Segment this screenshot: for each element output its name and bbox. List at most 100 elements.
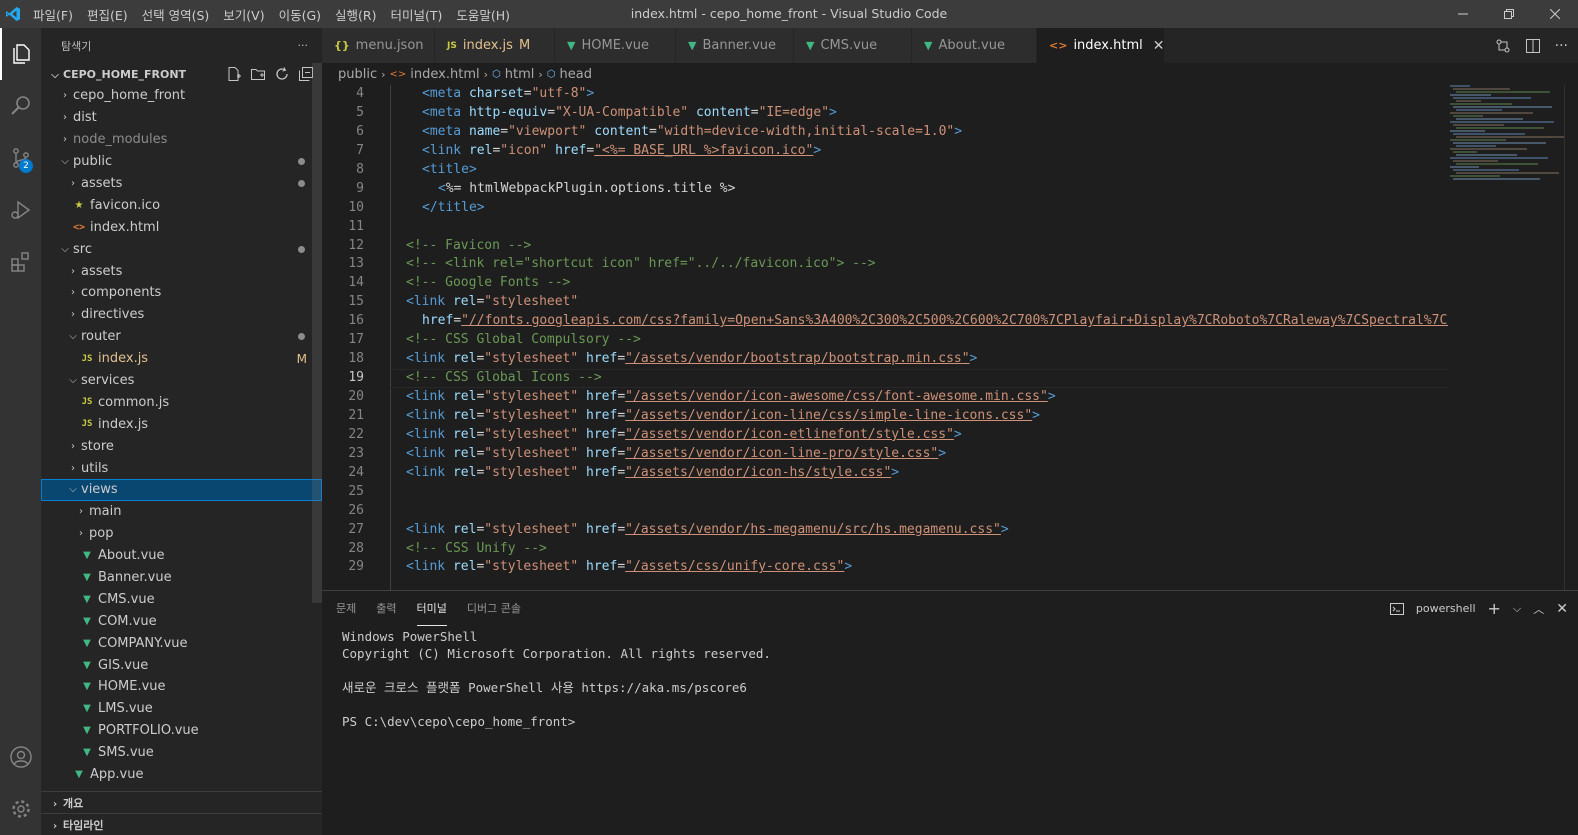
breadcrumb-item[interactable]: head [560,67,592,82]
code-line[interactable]: <meta name="viewport" content="width=dev… [390,123,1448,142]
tree-file[interactable]: JS index.js M [41,348,322,370]
sidebar-scrollbar[interactable] [312,63,322,603]
source-control-icon[interactable]: 2 [0,132,41,184]
code-line[interactable]: </title> [390,199,1448,218]
workspace-root[interactable]: ⌵ CEPO_HOME_FRONT [41,63,322,85]
code-line[interactable]: <link rel="stylesheet" href="/assets/ven… [390,464,1448,483]
more-actions-icon[interactable]: ··· [298,39,309,52]
tree-file[interactable]: ▼ CMS.vue [41,588,322,610]
open-changes-icon[interactable] [1495,38,1511,54]
code-line[interactable]: <link rel="icon" href="<%= BASE_URL %>fa… [390,142,1448,161]
more-actions-icon[interactable]: ··· [1555,38,1568,54]
new-terminal-icon[interactable]: + [1488,599,1501,618]
code-editor[interactable]: 4 5 6 7 8 9 10 11 12 13 14 15 16 17 18 19 20 21 22 23 24 25 26… [322,85,1578,590]
tree-file[interactable]: ▼ Banner.vue [41,567,322,589]
tree-file[interactable]: ★ favicon.ico [41,194,322,216]
editor-tab[interactable]: <> index.html ✕ [1037,28,1165,63]
code-line[interactable]: <!-- Google Fonts --> [390,274,1448,293]
menu-item[interactable]: 보기(V) [216,5,271,24]
tree-folder[interactable]: › assets [41,260,322,282]
tree-folder[interactable]: › directives [41,304,322,326]
tree-folder[interactable]: › utils [41,457,322,479]
tree-file[interactable]: ▼ COMPANY.vue [41,632,322,654]
code-line[interactable]: <link rel="stylesheet" href="/assets/css… [390,558,1448,577]
tree-folder[interactable]: › components [41,282,322,304]
menu-item[interactable]: 선택 영역(S) [135,5,217,24]
accounts-icon[interactable] [0,731,41,783]
minimize-icon[interactable] [1440,0,1486,28]
tree-folder[interactable]: ⌵ views [41,479,322,501]
menu-item[interactable]: 도움말(H) [449,5,517,24]
code-line[interactable]: <!-- CSS Global Compulsory --> [390,331,1448,350]
settings-gear-icon[interactable] [0,783,41,835]
refresh-icon[interactable] [274,66,290,82]
panel-tab[interactable]: 디버그 콘솔 [467,591,521,626]
code-line[interactable]: <meta http-equiv="X-UA-Compatible" conte… [390,104,1448,123]
new-folder-icon[interactable] [250,66,266,82]
code-area[interactable]: <meta charset="utf-8"> <meta http-equiv="… [390,85,1448,590]
code-line[interactable]: href="//fonts.googleapis.com/css?family=… [390,312,1448,331]
code-line[interactable] [390,218,1448,237]
tree-file[interactable]: ▼ GIS.vue [41,654,322,676]
restore-icon[interactable] [1486,0,1532,28]
tree-file[interactable]: ▼ COM.vue [41,610,322,632]
tree-file[interactable]: JS index.js [41,413,322,435]
code-line[interactable]: <%= htmlWebpackPlugin.options.title %> [390,180,1448,199]
editor-tab[interactable]: ▼ CMS.vue [794,28,912,63]
tree-folder[interactable]: › dist [41,107,322,129]
tree-folder[interactable]: › node_modules [41,129,322,151]
panel-tab[interactable]: 출력 [376,591,396,626]
run-debug-icon[interactable] [0,184,41,236]
tree-file[interactable]: ▼ PORTFOLIO.vue [41,720,322,742]
tree-file[interactable]: JS common.js [41,391,322,413]
outline-section[interactable]: › 개요 [41,791,322,813]
timeline-section[interactable]: › 타임라인 [41,813,322,835]
menu-item[interactable]: 터미널(T) [384,5,450,24]
menu-item[interactable]: 실행(R) [328,5,383,24]
tree-folder[interactable]: ⌵ public [41,151,322,173]
breadcrumb-item[interactable]: index.html [410,67,479,82]
code-line[interactable]: <link rel="stylesheet" href="/assets/ven… [390,388,1448,407]
tree-folder[interactable]: › store [41,435,322,457]
code-line[interactable]: <link rel="stylesheet" href="/assets/ven… [390,426,1448,445]
breadcrumb-item[interactable]: html [505,67,535,82]
code-line[interactable]: <!-- Favicon --> [390,237,1448,256]
tree-file[interactable]: ▼ HOME.vue [41,676,322,698]
menu-item[interactable]: 이동(G) [272,5,328,24]
tree-file[interactable]: ▼ App.vue [41,764,322,786]
editor-tab[interactable]: {} menu.json [322,28,435,63]
menu-item[interactable]: 파일(F) [26,5,80,24]
new-file-icon[interactable] [226,66,242,82]
editor-tab[interactable]: JS index.js M [435,28,555,63]
minimap[interactable] [1450,85,1568,590]
code-line[interactable]: <title> [390,161,1448,180]
tree-file[interactable]: ▼ About.vue [41,545,322,567]
shell-selector[interactable]: powershell [1416,602,1476,615]
editor-tab[interactable]: ▼ HOME.vue [555,28,676,63]
split-editor-icon[interactable] [1525,38,1541,54]
code-line[interactable]: <!-- <link rel="shortcut icon" href="../… [390,255,1448,274]
tree-folder[interactable]: ⌵ router [41,326,322,348]
breadcrumb-item[interactable]: public [338,67,377,82]
close-panel-icon[interactable]: ✕ [1556,601,1568,617]
panel-tab[interactable]: 터미널 [416,591,447,626]
search-icon[interactable] [0,80,41,132]
close-tab-icon[interactable]: ✕ [1153,38,1165,54]
close-window-icon[interactable] [1532,0,1578,28]
code-line[interactable]: <link rel="stylesheet" href="/assets/ven… [390,521,1448,540]
tree-folder[interactable]: › main [41,501,322,523]
terminal-output[interactable]: Windows PowerShell Copyright (C) Microsof… [322,626,1578,730]
code-line[interactable]: <!-- CSS Global Icons --> [390,369,1448,388]
menu-item[interactable]: 편집(E) [80,5,135,24]
tree-file[interactable]: ▼ LMS.vue [41,698,322,720]
tree-folder[interactable]: › assets [41,173,322,195]
code-line[interactable]: <!-- CSS Unify --> [390,540,1448,559]
extensions-icon[interactable] [0,236,41,288]
code-line[interactable] [390,502,1448,521]
code-line[interactable]: <link rel="stylesheet" href="/assets/ven… [390,407,1448,426]
code-line[interactable]: <link rel="stylesheet" href="/assets/ven… [390,445,1448,464]
tree-folder[interactable]: ⌵ services [41,370,322,392]
code-line[interactable] [390,483,1448,502]
code-line[interactable]: <link rel="stylesheet" [390,293,1448,312]
tree-folder[interactable]: › pop [41,523,322,545]
